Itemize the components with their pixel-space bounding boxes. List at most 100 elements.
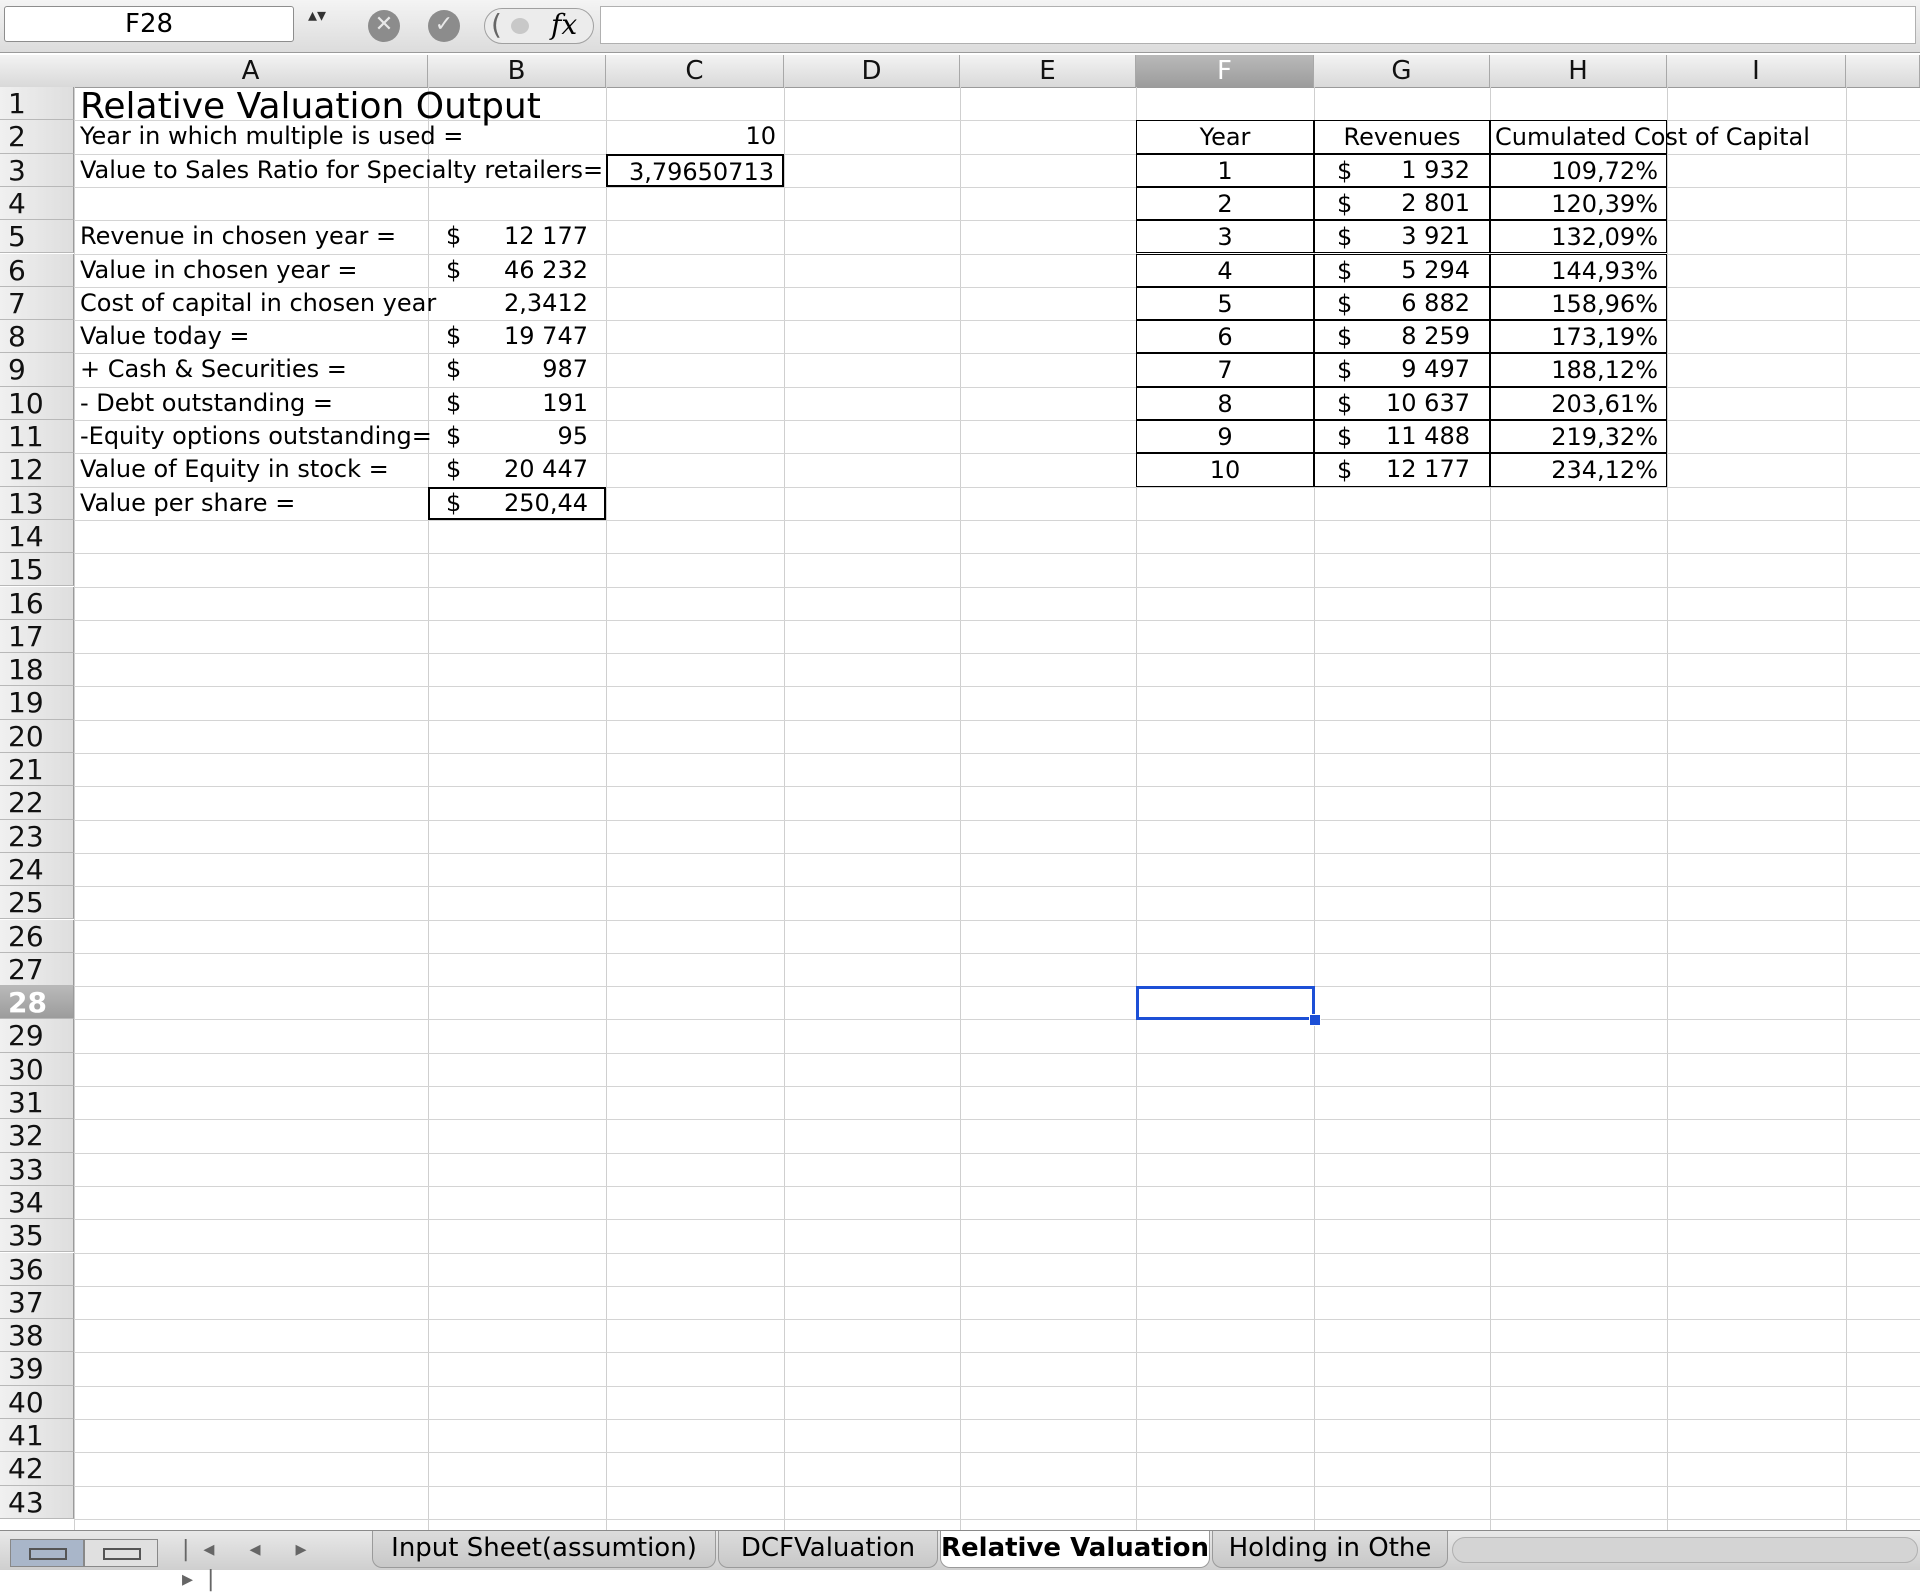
line-label[interactable]: Value of Equity in stock = — [74, 453, 428, 486]
row-header-29[interactable]: 29 — [0, 1019, 74, 1053]
sheet-tab[interactable]: DCFValuation — [718, 1531, 938, 1568]
row-header-18[interactable]: 18 — [0, 653, 74, 687]
table-cost-of-capital-cell[interactable]: 132,09% — [1490, 220, 1667, 254]
row-header-43[interactable]: 43 — [0, 1485, 74, 1519]
table-revenue-cell[interactable]: 8 259 — [1314, 320, 1490, 353]
row-header-12[interactable]: 12 — [0, 453, 74, 487]
column-header-g[interactable]: G — [1314, 55, 1490, 87]
line-label[interactable]: - Debt outstanding = — [74, 387, 428, 420]
table-year-cell[interactable]: 3 — [1136, 220, 1314, 254]
row-header-38[interactable]: 38 — [0, 1319, 74, 1353]
row-header-13[interactable]: 13 — [0, 486, 74, 520]
table-header[interactable]: Cumulated Cost of Capital — [1490, 120, 1810, 154]
row-header-30[interactable]: 30 — [0, 1052, 74, 1086]
table-cost-of-capital-cell[interactable]: 203,61% — [1490, 386, 1667, 420]
row-header-20[interactable]: 20 — [0, 719, 74, 753]
row-header-21[interactable]: 21 — [0, 753, 74, 787]
line-label[interactable]: Value per share = — [74, 487, 428, 520]
line-label[interactable]: Value in chosen year = — [74, 254, 428, 287]
table-year-cell[interactable]: 9 — [1136, 420, 1314, 454]
table-cost-of-capital-cell[interactable]: 188,12% — [1490, 353, 1667, 387]
row-header-35[interactable]: 35 — [0, 1219, 74, 1253]
fill-handle[interactable] — [1309, 1014, 1321, 1027]
row-header-33[interactable]: 33 — [0, 1152, 74, 1186]
table-revenue-cell[interactable]: 12 177 — [1314, 453, 1490, 486]
year-label[interactable]: Year in which multiple is used = — [74, 120, 606, 153]
row-header-3[interactable]: 3 — [0, 153, 74, 187]
insert-function-button[interactable]: ( fx — [484, 8, 594, 44]
column-header-d[interactable]: D — [784, 55, 960, 87]
ratio-label[interactable]: Value to Sales Ratio for Specialty retai… — [74, 154, 606, 187]
row-header-41[interactable]: 41 — [0, 1419, 74, 1453]
line-label[interactable]: Value today = — [74, 320, 428, 353]
row-header-10[interactable]: 10 — [0, 386, 74, 420]
name-box-stepper-icon[interactable]: ▴▾ — [306, 7, 328, 42]
column-header-i[interactable]: I — [1667, 55, 1846, 87]
column-header-b[interactable]: B — [428, 55, 606, 87]
sheet-title[interactable]: Relative Valuation Output — [74, 87, 784, 127]
row-header-39[interactable]: 39 — [0, 1352, 74, 1386]
row-header-4[interactable]: 4 — [0, 186, 74, 221]
formula-input[interactable] — [600, 6, 1916, 44]
table-cost-of-capital-cell[interactable]: 158,96% — [1490, 286, 1667, 321]
table-revenue-cell[interactable]: 1 932 — [1314, 154, 1490, 187]
row-header-19[interactable]: 19 — [0, 686, 74, 720]
table-year-cell[interactable]: 7 — [1136, 353, 1314, 387]
ratio-value[interactable]: 3,79650713 — [606, 153, 784, 187]
row-header-22[interactable]: 22 — [0, 786, 74, 820]
table-revenue-cell[interactable]: 9 497 — [1314, 353, 1490, 386]
line-label[interactable]: Revenue in chosen year = — [74, 220, 428, 253]
row-header-15[interactable]: 15 — [0, 553, 74, 587]
row-header-9[interactable]: 9 — [0, 353, 74, 387]
table-year-cell[interactable]: 2 — [1136, 186, 1314, 221]
table-cost-of-capital-cell[interactable]: 173,19% — [1490, 320, 1667, 354]
line-value[interactable]: 2,3412 — [428, 287, 606, 320]
line-value[interactable]: 95 — [428, 420, 606, 453]
table-revenue-cell[interactable]: 11 488 — [1314, 420, 1490, 453]
line-value[interactable]: 12 177 — [428, 220, 606, 253]
row-header-42[interactable]: 42 — [0, 1452, 74, 1486]
table-cost-of-capital-cell[interactable]: 219,32% — [1490, 420, 1667, 454]
row-header-5[interactable]: 5 — [0, 220, 74, 254]
line-value[interactable]: 20 447 — [428, 453, 606, 486]
spreadsheet-grid[interactable]: Relative Valuation Output Year in which m… — [74, 87, 1920, 1530]
row-header-7[interactable]: 7 — [0, 286, 74, 321]
sheet-tab[interactable]: Relative Valuation — [940, 1531, 1210, 1568]
row-header-31[interactable]: 31 — [0, 1086, 74, 1120]
table-year-cell[interactable]: 1 — [1136, 153, 1314, 187]
row-header-1[interactable]: 1 — [0, 87, 74, 121]
row-header-23[interactable]: 23 — [0, 819, 74, 853]
table-cost-of-capital-cell[interactable]: 234,12% — [1490, 453, 1667, 487]
table-revenue-cell[interactable]: 2 801 — [1314, 187, 1490, 220]
row-header-11[interactable]: 11 — [0, 420, 74, 454]
table-year-cell[interactable]: 6 — [1136, 320, 1314, 354]
table-revenue-cell[interactable]: 3 921 — [1314, 220, 1490, 253]
row-header-17[interactable]: 17 — [0, 619, 74, 654]
column-header-h[interactable]: H — [1490, 55, 1667, 87]
row-header-36[interactable]: 36 — [0, 1252, 74, 1286]
table-header[interactable]: Year — [1136, 120, 1314, 154]
column-header-e[interactable]: E — [960, 55, 1136, 87]
row-header-34[interactable]: 34 — [0, 1185, 74, 1220]
row-header-6[interactable]: 6 — [0, 253, 74, 287]
row-header-2[interactable]: 2 — [0, 120, 74, 154]
row-header-25[interactable]: 25 — [0, 886, 74, 920]
table-revenue-cell[interactable]: 5 294 — [1314, 254, 1490, 287]
table-header[interactable]: Revenues — [1314, 120, 1490, 154]
sheet-tab[interactable]: Input Sheet(assumtion) — [372, 1531, 716, 1568]
line-value[interactable]: 19 747 — [428, 320, 606, 353]
table-cost-of-capital-cell[interactable]: 120,39% — [1490, 186, 1667, 221]
normal-view-button[interactable] — [10, 1539, 84, 1567]
row-header-24[interactable]: 24 — [0, 852, 74, 887]
table-cost-of-capital-cell[interactable]: 144,93% — [1490, 253, 1667, 287]
name-box[interactable]: F28 — [4, 6, 294, 42]
cancel-icon[interactable]: ✕ — [368, 10, 400, 42]
sheet-tab[interactable]: Holding in Othe — [1212, 1531, 1448, 1568]
table-cost-of-capital-cell[interactable]: 109,72% — [1490, 153, 1667, 187]
selected-cell[interactable] — [1136, 986, 1315, 1021]
row-header-14[interactable]: 14 — [0, 519, 74, 554]
table-year-cell[interactable]: 10 — [1136, 453, 1314, 487]
column-header-f[interactable]: F — [1136, 55, 1314, 87]
column-header-c[interactable]: C — [606, 55, 784, 87]
row-header-26[interactable]: 26 — [0, 919, 74, 953]
